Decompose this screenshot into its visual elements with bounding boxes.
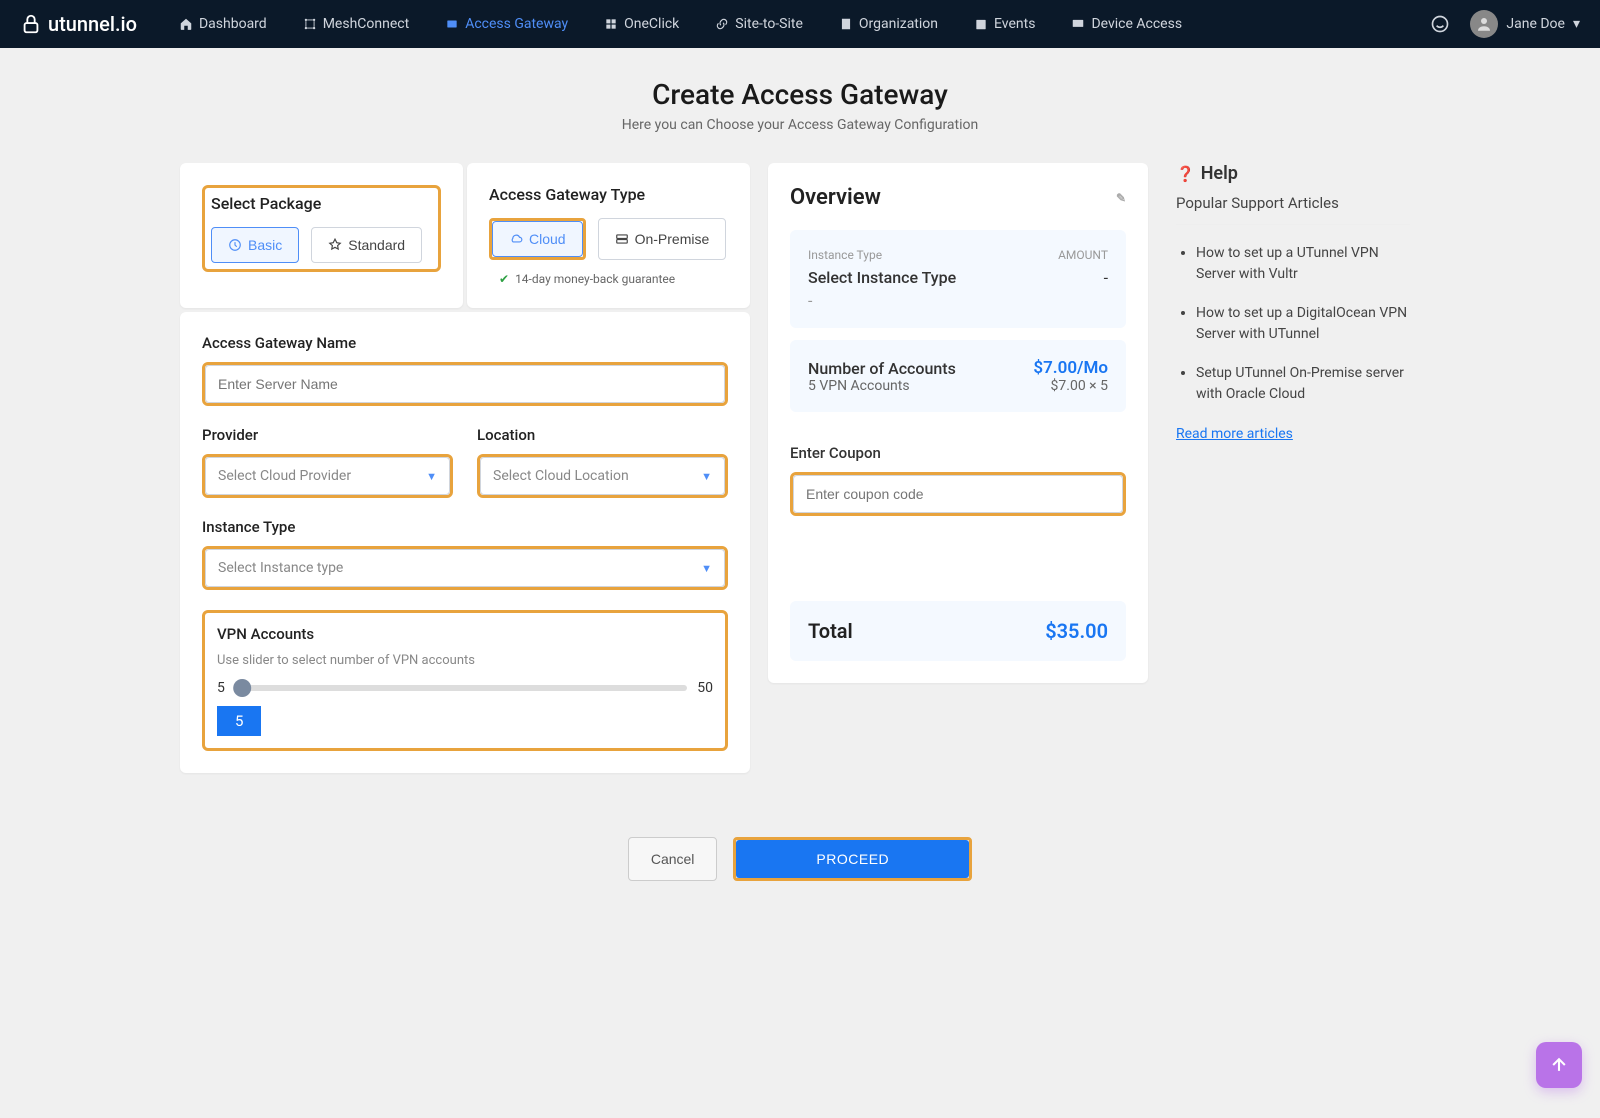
ov-acct-calc: $7.00 × 5 (1033, 378, 1108, 394)
help-article[interactable]: Setup UTunnel On-Premise server with Ora… (1196, 363, 1410, 405)
page-subtitle: Here you can Choose your Access Gateway … (180, 117, 1420, 133)
avatar-icon (1470, 10, 1498, 38)
top-nav: utunnel.io Dashboard MeshConnect Access … (0, 0, 1600, 48)
ov-dash: - (808, 291, 1108, 310)
nav-meshconnect[interactable]: MeshConnect (289, 0, 423, 48)
events-icon (974, 17, 988, 31)
help-article[interactable]: How to set up a UTunnel VPN Server with … (1196, 243, 1410, 285)
oneclick-icon (604, 17, 618, 31)
provider-label: Provider (202, 426, 453, 444)
edit-icon[interactable]: ✎ (1116, 191, 1126, 205)
nav-label: OneClick (624, 16, 679, 32)
guarantee-text: 14-day money-back guarantee (515, 272, 675, 286)
overview-title: Overview (790, 185, 881, 210)
nav-oneclick[interactable]: OneClick (590, 0, 693, 48)
coupon-label: Enter Coupon (790, 444, 1126, 462)
provider-select[interactable]: Select Cloud Provider▼ (205, 457, 450, 495)
name-label: Access Gateway Name (202, 334, 728, 352)
gateway-cloud-button[interactable]: Cloud (492, 221, 583, 257)
gateway-name-input[interactable] (205, 365, 725, 403)
ov-amount-label: AMOUNT (1058, 248, 1108, 262)
ov-acct-sub: 5 VPN Accounts (808, 378, 956, 394)
total-label: Total (808, 619, 853, 643)
gateway-onprem-button[interactable]: On-Premise (598, 218, 727, 260)
nav-label: Dashboard (199, 16, 267, 32)
ov-acct-label: Number of Accounts (808, 359, 956, 378)
cloud-highlight: Cloud (489, 218, 586, 260)
standard-icon (328, 238, 342, 252)
nav-site-to-site[interactable]: Site-to-Site (701, 0, 817, 48)
package-standard-button[interactable]: Standard (311, 227, 422, 263)
link-icon (715, 17, 729, 31)
support-icon[interactable] (1430, 14, 1450, 34)
chevron-down-icon: ▼ (426, 470, 437, 483)
org-icon (839, 17, 853, 31)
coupon-input[interactable] (793, 475, 1123, 513)
user-name: Jane Doe (1506, 16, 1565, 32)
nav-label: Device Access (1091, 16, 1182, 32)
instance-label: Instance Type (202, 518, 728, 536)
instance-select[interactable]: Select Instance type▼ (205, 549, 725, 587)
nav-organization[interactable]: Organization (825, 0, 952, 48)
help-icon: ❓ (1176, 165, 1195, 183)
vpn-hint: Use slider to select number of VPN accou… (217, 653, 713, 668)
basic-icon (228, 238, 242, 252)
help-article[interactable]: How to set up a DigitalOcean VPN Server … (1196, 303, 1410, 345)
proceed-highlight: PROCEED (733, 837, 972, 881)
chevron-down-icon: ▾ (1573, 16, 1580, 32)
user-menu[interactable]: Jane Doe ▾ (1470, 10, 1580, 38)
arrow-up-icon (1549, 1055, 1569, 1075)
device-icon (1071, 17, 1085, 31)
slider-thumb[interactable] (233, 679, 251, 697)
slider-value: 5 (217, 706, 261, 736)
vpn-label: VPN Accounts (217, 625, 713, 643)
package-highlight: Select Package Basic Standard (202, 185, 441, 272)
nav-label: Organization (859, 16, 938, 32)
nav-dashboard[interactable]: Dashboard (165, 0, 281, 48)
nav-device-access[interactable]: Device Access (1057, 0, 1196, 48)
ov-amount-dash: - (1104, 268, 1108, 287)
help-subtitle: Popular Support Articles (1176, 194, 1410, 225)
proceed-button[interactable]: PROCEED (736, 840, 969, 878)
home-icon (179, 17, 193, 31)
total-value: $35.00 (1045, 619, 1108, 643)
scroll-to-top-button[interactable] (1536, 1042, 1582, 1088)
chevron-down-icon: ▼ (701, 562, 712, 575)
vpn-highlight: VPN Accounts Use slider to select number… (202, 610, 728, 751)
nav-label: Access Gateway (465, 16, 568, 32)
page-title: Create Access Gateway (180, 78, 1420, 111)
chevron-down-icon: ▼ (701, 470, 712, 483)
cancel-button[interactable]: Cancel (628, 837, 718, 881)
location-label: Location (477, 426, 728, 444)
ov-acct-price: $7.00/Mo (1033, 358, 1108, 378)
ov-instance-type-label: Instance Type (808, 248, 882, 262)
gateway-icon (445, 17, 459, 31)
lock-icon (20, 13, 42, 35)
help-title: Help (1201, 163, 1238, 184)
brand-name: utunnel.io (48, 12, 137, 36)
nav-label: Site-to-Site (735, 16, 803, 32)
check-icon: ✔ (499, 272, 509, 286)
nav-events[interactable]: Events (960, 0, 1049, 48)
package-label: Select Package (211, 194, 432, 213)
brand-logo[interactable]: utunnel.io (20, 12, 157, 36)
cloud-icon (509, 232, 523, 246)
location-select[interactable]: Select Cloud Location▼ (480, 457, 725, 495)
slider-max: 50 (697, 680, 713, 696)
mesh-icon (303, 17, 317, 31)
nav-label: MeshConnect (323, 16, 409, 32)
nav-access-gateway[interactable]: Access Gateway (431, 0, 582, 48)
package-basic-button[interactable]: Basic (211, 227, 299, 263)
ov-select-instance: Select Instance Type (808, 268, 956, 287)
read-more-link[interactable]: Read more articles (1176, 426, 1293, 442)
gateway-type-label: Access Gateway Type (489, 185, 728, 204)
slider-min: 5 (217, 680, 225, 696)
nav-label: Events (994, 16, 1035, 32)
server-icon (615, 232, 629, 246)
vpn-slider[interactable] (235, 685, 687, 691)
